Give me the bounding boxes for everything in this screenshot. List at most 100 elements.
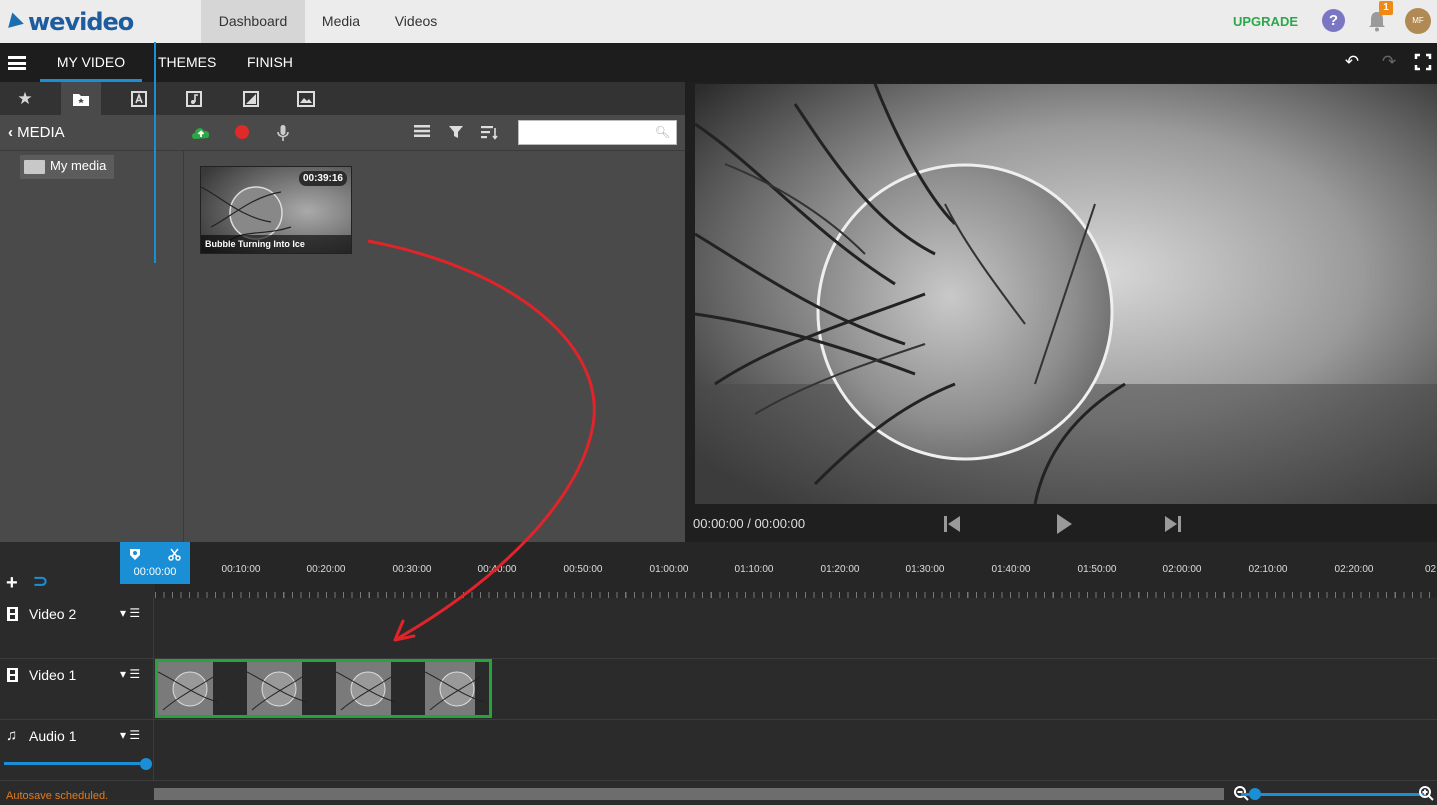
ruler-label: 00:50:00	[563, 564, 603, 575]
track-options-icon[interactable]: ▾ ☰	[120, 728, 140, 742]
track-options-icon[interactable]: ▾ ☰	[120, 667, 140, 681]
skip-back-icon[interactable]	[942, 514, 962, 534]
editor-toolbar: MY VIDEO THEMES FINISH ↶ ↷	[0, 43, 1437, 82]
undo-icon[interactable]: ↶	[1343, 53, 1361, 71]
folder-icon	[24, 160, 45, 174]
playhead-time: 00:00:00	[133, 566, 177, 578]
video-clip[interactable]	[155, 659, 492, 718]
ruler-label: 01:30:00	[905, 564, 945, 575]
nav-tab-dashboard[interactable]: Dashboard	[201, 0, 305, 43]
playhead-line	[154, 42, 156, 263]
skip-forward-icon[interactable]	[1163, 514, 1183, 534]
folder-my-media[interactable]: My media	[20, 155, 114, 179]
nav-tab-videos[interactable]: Videos	[377, 0, 455, 43]
text-media-icon[interactable]	[119, 82, 159, 115]
upload-cloud-icon[interactable]	[190, 124, 210, 142]
ruler-label: 00:10:00	[221, 564, 261, 575]
zoom-slider[interactable]	[1241, 793, 1426, 796]
duration-badge: 00:39:16	[298, 171, 347, 186]
track-name: Video 2	[29, 606, 77, 622]
track-header: ♫ Audio 1 ▾ ☰	[0, 720, 154, 780]
my-media-folder-icon[interactable]	[61, 82, 101, 115]
zoom-knob[interactable]	[1249, 788, 1261, 800]
logo-mark-icon	[8, 12, 26, 32]
ruler-label: 01:20:00	[820, 564, 860, 575]
media-panel: ★ ‹ MEDIA 🔍︎ My media 00:39:16 Bubble Tu…	[0, 82, 685, 542]
timeline-ruler[interactable]: 00:10:00 00:20:00 00:30:00 00:40:00 00:5…	[155, 542, 1437, 598]
clip-frame	[158, 662, 247, 715]
transitions-icon[interactable]	[231, 82, 271, 115]
autosave-status: Autosave scheduled.	[6, 790, 109, 802]
ruler-label: 02:20:00	[1334, 564, 1374, 575]
favorites-star-icon[interactable]: ★	[5, 82, 45, 115]
ruler-label: 02:00:00	[1162, 564, 1202, 575]
hamburger-menu-icon[interactable]	[8, 56, 26, 70]
scissors-split-icon[interactable]	[168, 548, 181, 561]
clip-frame	[336, 662, 425, 715]
marker-icon[interactable]	[129, 548, 141, 561]
help-icon[interactable]: ?	[1322, 9, 1345, 32]
tab-finish[interactable]: FINISH	[247, 43, 293, 82]
ruler-label: 02:3	[1425, 564, 1437, 575]
list-view-icon[interactable]	[412, 124, 432, 142]
clip-frame	[247, 662, 336, 715]
play-icon[interactable]	[1054, 513, 1074, 535]
audio-volume-slider[interactable]	[4, 762, 150, 765]
ruler-label: 01:00:00	[649, 564, 689, 575]
tab-my-video[interactable]: MY VIDEO	[40, 43, 142, 82]
folder-label: My media	[50, 158, 107, 173]
filter-icon[interactable]	[446, 124, 466, 142]
track-header: Video 1 ▾ ☰	[0, 659, 154, 719]
ruler-label: 01:10:00	[734, 564, 774, 575]
preview-frame	[695, 84, 1437, 504]
media-title-label: MEDIA	[17, 124, 65, 141]
track-audio-1[interactable]: ♫ Audio 1 ▾ ☰	[0, 720, 1437, 781]
sort-icon[interactable]	[479, 124, 499, 142]
music-media-icon[interactable]	[174, 82, 214, 115]
brand-name: wevideo	[28, 8, 134, 36]
library-tabs: ★	[0, 82, 685, 115]
tab-themes[interactable]: THEMES	[158, 43, 216, 82]
add-track-icon[interactable]: +	[6, 572, 18, 595]
ruler-label: 00:40:00	[477, 564, 517, 575]
preview-timecode: 00:00:00 / 00:00:00	[693, 516, 806, 531]
images-icon[interactable]	[286, 82, 326, 115]
ruler-label: 00:30:00	[392, 564, 432, 575]
track-video-2[interactable]: Video 2 ▾ ☰	[0, 598, 1437, 659]
volume-knob[interactable]	[140, 758, 152, 770]
playhead-handle[interactable]: 00:00:00	[120, 542, 190, 584]
magnet-snap-icon[interactable]: ⊃	[33, 571, 48, 592]
music-note-icon: ♫	[6, 727, 18, 744]
record-icon[interactable]	[232, 124, 252, 142]
upgrade-button[interactable]: UPGRADE	[1233, 14, 1298, 29]
timeline-horizontal-scrollbar[interactable]	[154, 788, 1224, 800]
track-options-icon[interactable]: ▾ ☰	[120, 606, 140, 620]
folder-tree: My media	[0, 151, 184, 542]
zoom-in-icon[interactable]	[1418, 785, 1434, 801]
ruler-label: 01:50:00	[1077, 564, 1117, 575]
clip-frame	[425, 662, 489, 715]
nav-tab-media[interactable]: Media	[305, 0, 377, 43]
video-preview	[685, 82, 1437, 542]
microphone-icon[interactable]	[273, 124, 293, 142]
fullscreen-icon[interactable]	[1414, 53, 1432, 71]
top-navigation: wevideo Dashboard Media Videos UPGRADE ?…	[0, 0, 1437, 43]
media-search-input[interactable]: 🔍︎	[518, 120, 677, 145]
ruler-label: 00:20:00	[306, 564, 346, 575]
film-strip-icon	[7, 607, 18, 621]
ruler-label: 02:10:00	[1248, 564, 1288, 575]
notifications-badge: 1	[1379, 1, 1393, 15]
track-header: Video 2 ▾ ☰	[0, 598, 154, 658]
film-strip-icon	[7, 668, 18, 682]
media-item-title: Bubble Turning Into Ice	[201, 235, 351, 253]
media-back-button[interactable]: ‹ MEDIA	[8, 124, 65, 141]
redo-icon[interactable]: ↷	[1380, 53, 1398, 71]
track-name: Audio 1	[29, 728, 77, 744]
media-item-thumbnail[interactable]: 00:39:16 Bubble Turning Into Ice	[200, 166, 352, 254]
wevideo-logo[interactable]: wevideo	[8, 8, 134, 36]
avatar[interactable]: MF	[1405, 8, 1431, 34]
timeline: + ⊃ 00:10:00 00:20:00 00:30:00 00:40:00 …	[0, 542, 1437, 805]
media-header: ‹ MEDIA 🔍︎	[0, 115, 685, 151]
chevron-left-icon: ‹	[8, 124, 13, 141]
track-name: Video 1	[29, 667, 77, 683]
